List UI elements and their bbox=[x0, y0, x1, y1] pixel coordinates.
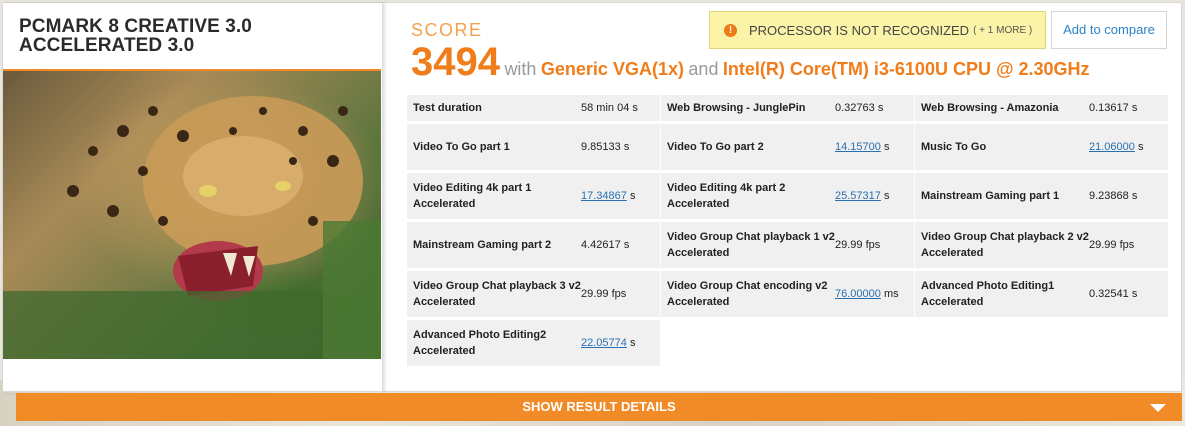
show-result-details-button[interactable]: SHOW RESULT DETAILS bbox=[16, 393, 1182, 421]
result-name: Video Group Chat playback 3 v2 Accelerat… bbox=[413, 280, 581, 308]
result-name: Video To Go part 1 bbox=[413, 141, 510, 153]
result-cell: Advanced Photo Editing2 Accelerated 22.05… bbox=[407, 320, 660, 366]
benchmark-panel: PCMARK 8 CREATIVE 3.0 ACCELERATED 3.0 bbox=[3, 3, 383, 393]
result-value: 29.99 fps bbox=[835, 239, 881, 251]
result-unit: s bbox=[626, 337, 636, 349]
result-value-link[interactable]: 22.05774 bbox=[581, 337, 627, 349]
processor-warning[interactable]: ! PROCESSOR IS NOT RECOGNIZED ( + 1 MORE… bbox=[709, 11, 1046, 49]
benchmark-image bbox=[3, 69, 381, 359]
result-cell: Mainstream Gaming part 2 4.42617 s bbox=[407, 222, 660, 268]
benchmark-title: PCMARK 8 CREATIVE 3.0 ACCELERATED 3.0 bbox=[19, 16, 252, 56]
result-name: Video Group Chat playback 1 v2 Accelerat… bbox=[667, 231, 835, 259]
result-cell: Video To Go part 2 14.15700 s bbox=[661, 124, 914, 170]
result-cell: Mainstream Gaming part 1 9.23868 s bbox=[915, 173, 1168, 219]
score-gpu[interactable]: Generic VGA(1x) bbox=[541, 59, 684, 79]
result-value-link[interactable]: 17.34867 bbox=[581, 190, 627, 202]
result-cell: Video Editing 4k part 2 Accelerated 25.57… bbox=[661, 173, 914, 219]
result-card: PCMARK 8 CREATIVE 3.0 ACCELERATED 3.0 SC… bbox=[2, 2, 1183, 393]
score-value: 3494 bbox=[411, 40, 500, 84]
result-cell: Web Browsing - JunglePin 0.32763 s bbox=[661, 95, 914, 121]
result-name: Advanced Photo Editing2 Accelerated bbox=[413, 329, 547, 357]
score-and-text: and bbox=[688, 59, 719, 79]
result-value: 76.00000 ms bbox=[835, 286, 914, 302]
score-panel: SCORE 3494 with Generic VGA(1x) and Inte… bbox=[399, 3, 1183, 393]
result-unit: s bbox=[880, 141, 890, 153]
result-value: 9.23868 s bbox=[1089, 190, 1138, 202]
result-name: Advanced Photo Editing1 Accelerated bbox=[921, 280, 1055, 308]
result-name: Video Editing 4k part 1 Accelerated bbox=[413, 182, 532, 210]
result-cell: Video Group Chat playback 3 v2 Accelerat… bbox=[407, 271, 660, 317]
result-unit: ms bbox=[880, 288, 899, 300]
result-value: 14.15700 s bbox=[835, 139, 914, 155]
warning-text: PROCESSOR IS NOT RECOGNIZED bbox=[749, 22, 970, 38]
result-value-link[interactable]: 76.00000 bbox=[835, 288, 881, 300]
result-cell: Video Group Chat playback 1 v2 Accelerat… bbox=[661, 222, 914, 268]
result-name: Video Editing 4k part 2 Accelerated bbox=[667, 182, 786, 210]
alert-icon: ! bbox=[724, 23, 737, 37]
result-cell: Music To Go 21.06000 s bbox=[915, 124, 1168, 170]
result-value: 21.06000 s bbox=[1089, 139, 1168, 155]
result-name: Mainstream Gaming part 2 bbox=[413, 239, 552, 251]
result-value-link[interactable]: 21.06000 bbox=[1089, 141, 1135, 153]
result-value: 0.32541 s bbox=[1089, 288, 1138, 300]
result-cell: Video Group Chat playback 2 v2 Accelerat… bbox=[915, 222, 1168, 268]
show-result-details-label: SHOW RESULT DETAILS bbox=[522, 399, 676, 414]
result-cell: Video Group Chat encoding v2 Accelerated… bbox=[661, 271, 914, 317]
result-name: Video Group Chat encoding v2 Accelerated bbox=[667, 280, 828, 308]
result-name: Web Browsing - JunglePin bbox=[667, 102, 806, 114]
result-unit: s bbox=[626, 190, 636, 202]
leopard-illustration bbox=[3, 96, 381, 359]
result-cell: Web Browsing - Amazonia 0.13617 s bbox=[915, 95, 1168, 121]
chevron-down-icon bbox=[1150, 404, 1166, 412]
score-cpu[interactable]: Intel(R) Core(TM) i3-6100U CPU @ 2.30GHz bbox=[723, 59, 1090, 79]
score-with-text: with bbox=[504, 59, 537, 79]
result-value: 25.57317 s bbox=[835, 188, 914, 204]
result-value: 0.13617 s bbox=[1089, 102, 1138, 114]
result-value: 0.32763 s bbox=[835, 102, 884, 114]
result-name: Mainstream Gaming part 1 bbox=[921, 190, 1060, 202]
result-value: 29.99 fps bbox=[1089, 239, 1135, 251]
result-value: 17.34867 s bbox=[581, 188, 660, 204]
results-grid: Test duration 58 min 04 s Web Browsing - J… bbox=[407, 95, 1168, 369]
result-cell: Video To Go part 1 9.85133 s bbox=[407, 124, 660, 170]
result-value: 4.42617 s bbox=[581, 239, 630, 251]
result-value: 58 min 04 s bbox=[581, 102, 638, 114]
result-cell: Video Editing 4k part 1 Accelerated 17.34… bbox=[407, 173, 660, 219]
empty-cell bbox=[661, 320, 914, 366]
result-value-link[interactable]: 14.15700 bbox=[835, 141, 881, 153]
result-value: 22.05774 s bbox=[581, 335, 660, 351]
result-value: 29.99 fps bbox=[581, 288, 627, 300]
result-name: Test duration bbox=[413, 102, 482, 114]
empty-cell bbox=[915, 320, 1168, 366]
result-cell: Advanced Photo Editing1 Accelerated 0.325… bbox=[915, 271, 1168, 317]
warning-more[interactable]: ( + 1 MORE ) bbox=[973, 25, 1032, 36]
result-value: 9.85133 s bbox=[581, 141, 630, 153]
result-name: Music To Go bbox=[921, 141, 987, 153]
add-to-compare-button[interactable]: Add to compare bbox=[1051, 11, 1167, 49]
result-name: Web Browsing - Amazonia bbox=[921, 102, 1059, 114]
result-cell: Test duration 58 min 04 s bbox=[407, 95, 660, 121]
result-name: Video To Go part 2 bbox=[667, 141, 764, 153]
result-unit: s bbox=[880, 190, 890, 202]
result-name: Video Group Chat playback 2 v2 Accelerat… bbox=[921, 231, 1089, 259]
result-unit: s bbox=[1134, 141, 1144, 153]
result-value-link[interactable]: 25.57317 bbox=[835, 190, 881, 202]
